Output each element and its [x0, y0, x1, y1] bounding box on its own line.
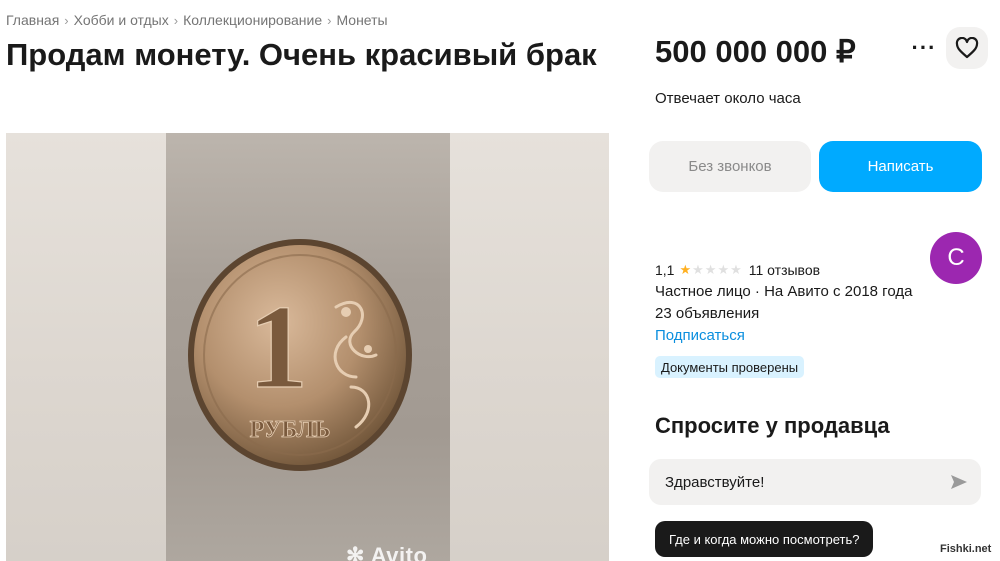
- reviews-link[interactable]: 11 отзывов: [749, 262, 820, 278]
- chevron-right-icon: ›: [64, 12, 69, 28]
- breadcrumb-item-home[interactable]: Главная: [6, 12, 59, 28]
- star-icon: ★: [730, 262, 742, 277]
- send-icon[interactable]: [949, 472, 969, 492]
- seller-avatar[interactable]: С: [930, 232, 982, 284]
- rating-stars: ★ ★ ★ ★ ★: [679, 262, 742, 278]
- seller-info: Частное лицо · На Авито с 2018 года: [655, 283, 913, 300]
- write-button[interactable]: Написать: [819, 141, 982, 192]
- star-icon: ★: [679, 262, 692, 277]
- star-icon: ★: [704, 262, 717, 277]
- coin-value-text: 1: [248, 280, 308, 413]
- documents-verified-badge: Документы проверены: [655, 356, 805, 378]
- coin-word-text: РУБЛЬ: [250, 417, 331, 443]
- seller-ads-count[interactable]: 23 объявления: [655, 305, 759, 322]
- ask-seller-title: Спросите у продавца: [655, 413, 890, 438]
- quick-question-button[interactable]: Где и когда можно посмотреть?: [655, 521, 874, 557]
- response-time: Отвечает около часа: [655, 90, 801, 107]
- coin-image: 1 РУБЛЬ: [188, 239, 412, 471]
- star-icon: ★: [717, 262, 730, 277]
- rating-value: 1,1: [655, 262, 675, 278]
- price: 500 000 000 ₽: [655, 34, 856, 69]
- favorite-button[interactable]: [946, 27, 988, 69]
- no-calls-button[interactable]: Без звонков: [649, 141, 811, 192]
- chevron-right-icon: ›: [327, 12, 332, 28]
- avito-logo-icon: ✻: [346, 543, 371, 561]
- message-box: [649, 458, 981, 506]
- breadcrumb: Главная › Хобби и отдых › Коллекциониров…: [6, 12, 388, 28]
- breadcrumb-item-coins[interactable]: Монеты: [336, 12, 387, 28]
- heart-icon: [955, 37, 979, 59]
- more-icon: ···: [911, 35, 937, 60]
- site-watermark: Fishki.net: [940, 543, 992, 555]
- subscribe-link[interactable]: Подписаться: [655, 327, 745, 344]
- listing-title: Продам монету. Очень красивый брак: [6, 37, 597, 72]
- photo-watermark: ✻ Avito: [346, 543, 427, 561]
- breadcrumb-item-collecting[interactable]: Коллекционирование: [183, 12, 322, 28]
- message-input[interactable]: [649, 458, 937, 506]
- chevron-right-icon: ›: [173, 12, 179, 28]
- listing-photo[interactable]: 1 РУБЛЬ ✻ Avito: [6, 133, 609, 561]
- breadcrumb-item-hobby[interactable]: Хобби и отдых: [74, 12, 169, 28]
- more-button[interactable]: ···: [906, 32, 942, 64]
- star-icon: ★: [692, 262, 704, 277]
- seller-rating[interactable]: 1,1 ★ ★ ★ ★ ★ 11 отзывов: [655, 262, 820, 278]
